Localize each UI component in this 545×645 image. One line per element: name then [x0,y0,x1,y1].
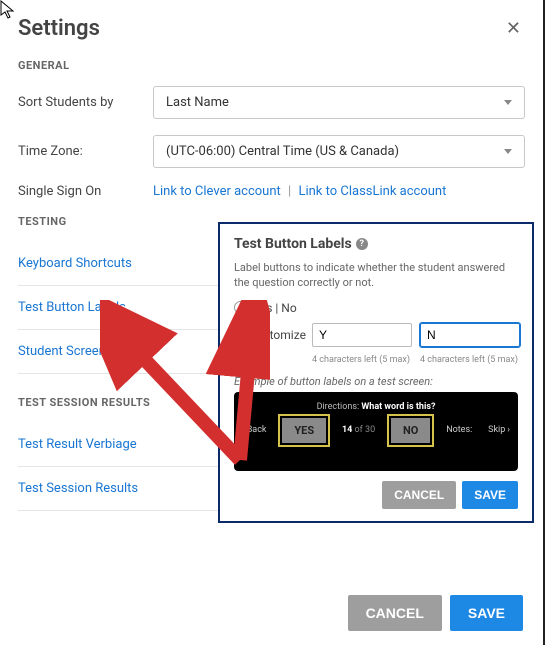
sso-label: Single Sign On [18,184,153,199]
char-hint-no: 4 characters left (5 max) [418,355,518,365]
example-preview: Directions: What word is this? ‹ Back YE… [234,392,518,471]
example-skip: Skip › [488,425,510,435]
separator: | [288,184,291,199]
sort-value: Last Name [166,95,229,110]
example-directions-label: Directions: [317,402,360,412]
help-icon[interactable]: ? [356,238,368,250]
chevron-down-icon [504,149,512,154]
link-classlink[interactable]: Link to ClassLink account [298,184,446,199]
radio-icon [234,301,247,314]
example-yes-button: YES [282,418,326,443]
radio-yes-no-label: Yes | No [253,301,297,315]
section-general: GENERAL [18,59,525,72]
popup-cancel-button[interactable]: CANCEL [382,481,456,509]
sort-dropdown[interactable]: Last Name [153,86,525,119]
char-hint-yes: 4 characters left (5 max) [310,355,410,365]
example-no-button: NO [391,418,430,443]
test-button-labels-popup: Test Button Labels ? Label buttons to in… [218,222,534,523]
link-clever[interactable]: Link to Clever account [153,184,281,199]
cancel-button[interactable]: CANCEL [348,595,442,631]
close-icon[interactable]: ✕ [502,16,525,41]
timezone-value: (UTC-06:00) Central Time (US & Canada) [166,144,399,159]
save-button[interactable]: SAVE [450,595,523,631]
example-label: Example of button labels on a test scree… [234,375,518,388]
sort-label: Sort Students by [18,95,153,110]
radio-customize[interactable]: Customize [234,323,518,347]
popup-save-button[interactable]: SAVE [462,481,518,509]
label-input-no[interactable] [420,323,520,347]
timezone-label: Time Zone: [18,144,153,159]
timezone-dropdown[interactable]: (UTC-06:00) Central Time (US & Canada) [153,135,525,168]
popup-description: Label buttons to indicate whether the st… [234,260,518,291]
example-directions-text: What word is this? [361,402,435,412]
radio-icon [234,328,243,341]
chevron-down-icon [504,100,512,105]
example-back: ‹ Back [242,425,266,435]
example-counter: 14 of 30 [342,425,375,435]
label-input-yes[interactable] [312,323,412,347]
radio-yes-no[interactable]: Yes | No [234,301,518,315]
popup-title: Test Button Labels [234,236,352,252]
page-title: Settings [18,16,100,41]
example-notes: Notes: [446,425,472,435]
radio-customize-label: Customize [249,328,306,342]
